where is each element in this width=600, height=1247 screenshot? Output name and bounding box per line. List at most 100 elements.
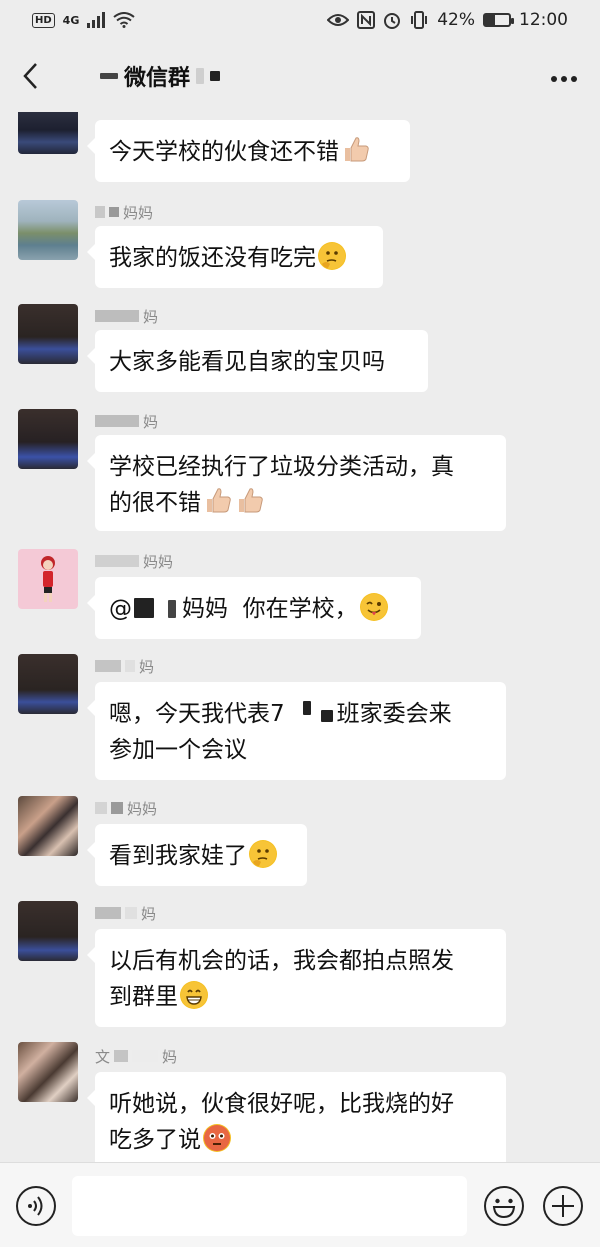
mention-name: 妈妈 [182, 596, 228, 622]
battery-level [485, 15, 496, 25]
nfc-icon [357, 11, 376, 29]
back-button[interactable] [0, 40, 60, 112]
redacted-block [95, 802, 107, 814]
chat-area[interactable]: 今天学校的伙食还不错 妈妈 我家的饭还没有吃完 妈 大家多能看见自家的宝贝吗 妈 [0, 112, 600, 1162]
message-text-line: 参加一个会议 [109, 737, 247, 763]
emoji-button[interactable] [483, 1185, 525, 1227]
voice-button[interactable] [15, 1185, 57, 1227]
network-type: 4G [62, 13, 80, 27]
sender-name: 妈 [95, 306, 158, 326]
redacted-block [114, 1050, 129, 1062]
thumbs-up-icon [341, 134, 371, 164]
plus-icon [543, 1186, 583, 1226]
more-button[interactable] [550, 62, 578, 88]
message-bubble[interactable]: 看到我家娃了 [87, 824, 307, 886]
status-left: HD 4G [32, 12, 135, 28]
grinning-face-icon [180, 981, 208, 1009]
thinking-face-icon [318, 242, 346, 270]
redacted-block [95, 907, 121, 919]
group-name: 微信群 [124, 66, 191, 91]
avatar[interactable] [18, 549, 78, 609]
avatar[interactable] [18, 409, 78, 469]
cartoon-girl-avatar [41, 556, 55, 602]
thumbs-up-icon [203, 485, 233, 515]
sender-name: 妈妈 [95, 202, 153, 222]
redacted-block [125, 907, 137, 919]
message-text: 看到我家娃了 [109, 843, 247, 869]
more-icon [551, 76, 577, 82]
message-text-line: 到群里 [109, 984, 178, 1010]
message-bubble[interactable]: 以后有机会的话，我会都拍点照发 到群里 [87, 929, 506, 1027]
redacted-block [132, 1050, 159, 1062]
message-text: 你在学校， [242, 596, 358, 622]
sender-name: 妈妈 [95, 798, 157, 818]
message-bubble[interactable]: 今天学校的伙食还不错 [87, 120, 410, 182]
redacted-block [320, 710, 333, 722]
message-text-line: 的很不错 [109, 490, 201, 516]
message-text-line: 吃多了说 [109, 1127, 201, 1153]
message-text-line: 嗯，今天我代表7 [109, 701, 285, 727]
message-bubble[interactable]: 嗯，今天我代表7 班家委会来 参加一个会议 [87, 682, 506, 780]
avatar[interactable] [18, 200, 78, 260]
hd-badge: HD [32, 12, 55, 28]
mention-at: @ [109, 596, 132, 622]
avatar[interactable] [18, 796, 78, 856]
alarm-icon [384, 13, 401, 29]
redacted-block [95, 660, 121, 672]
avatar[interactable] [18, 1042, 78, 1102]
flushed-face-icon [203, 1124, 231, 1152]
vibrate-icon [411, 11, 428, 29]
message-bubble[interactable]: 大家多能看见自家的宝贝吗 [87, 330, 428, 392]
battery-icon [483, 13, 514, 27]
thumbs-up-icon [235, 485, 265, 515]
message-text-line: 学校已经执行了垃圾分类活动，真 [109, 454, 454, 480]
message-input[interactable] [72, 1176, 467, 1236]
redacted-block [196, 68, 205, 84]
redacted-block [168, 600, 176, 618]
plus-button[interactable] [542, 1185, 584, 1227]
avatar[interactable] [18, 112, 78, 154]
message-text-line: 班家委会来 [336, 701, 452, 727]
sender-name: 妈妈 [95, 551, 173, 571]
sender-name: 妈 [95, 903, 156, 923]
message-bubble[interactable]: 听她说，伙食很好呢，比我烧的好 吃多了说 [87, 1072, 506, 1162]
redacted-block [95, 555, 139, 567]
battery-percent: 42% [437, 10, 475, 30]
redacted-block [111, 802, 123, 814]
sender-name: 妈 [95, 656, 154, 676]
avatar[interactable] [18, 901, 78, 961]
avatar[interactable] [18, 654, 78, 714]
redacted-block [100, 73, 118, 79]
sender-name: 妈 [95, 411, 158, 431]
nav-bar: 微信群 [0, 40, 600, 112]
wifi-icon [113, 12, 135, 28]
winking-tongue-face-icon [359, 593, 388, 621]
message-text: 大家多能看见自家的宝贝吗 [109, 349, 385, 375]
sender-name: 文 妈 [95, 1047, 178, 1066]
chevron-left-icon [23, 63, 37, 89]
thinking-face-icon [249, 840, 277, 868]
input-bar [0, 1162, 600, 1247]
signal-icon [87, 12, 106, 28]
avatar[interactable] [18, 304, 78, 364]
eye-icon [327, 14, 350, 26]
redacted-block [210, 71, 221, 81]
redacted-block [302, 701, 311, 715]
redacted-block [95, 415, 139, 427]
message-text-line: 听她说，伙食很好呢，比我烧的好 [109, 1091, 454, 1117]
redacted-block [134, 598, 154, 618]
redacted-block [95, 310, 139, 322]
message-bubble[interactable]: @ 妈妈 你在学校， [87, 577, 421, 639]
chat-title: 微信群 [100, 60, 221, 92]
message-text-line: 以后有机会的话，我会都拍点照发 [109, 948, 454, 974]
redacted-block [109, 207, 119, 217]
emoji-icon [484, 1186, 524, 1226]
voice-icon [16, 1186, 56, 1226]
message-text: 我家的饭还没有吃完 [109, 245, 316, 271]
status-bar: HD 4G 42% 12:00 [0, 0, 600, 40]
status-right: 42% 12:00 [327, 10, 568, 30]
message-bubble[interactable]: 学校已经执行了垃圾分类活动，真 的很不错 [87, 435, 506, 531]
message-bubble[interactable]: 我家的饭还没有吃完 [87, 226, 383, 288]
clock: 12:00 [519, 10, 568, 30]
redacted-block [95, 206, 105, 218]
